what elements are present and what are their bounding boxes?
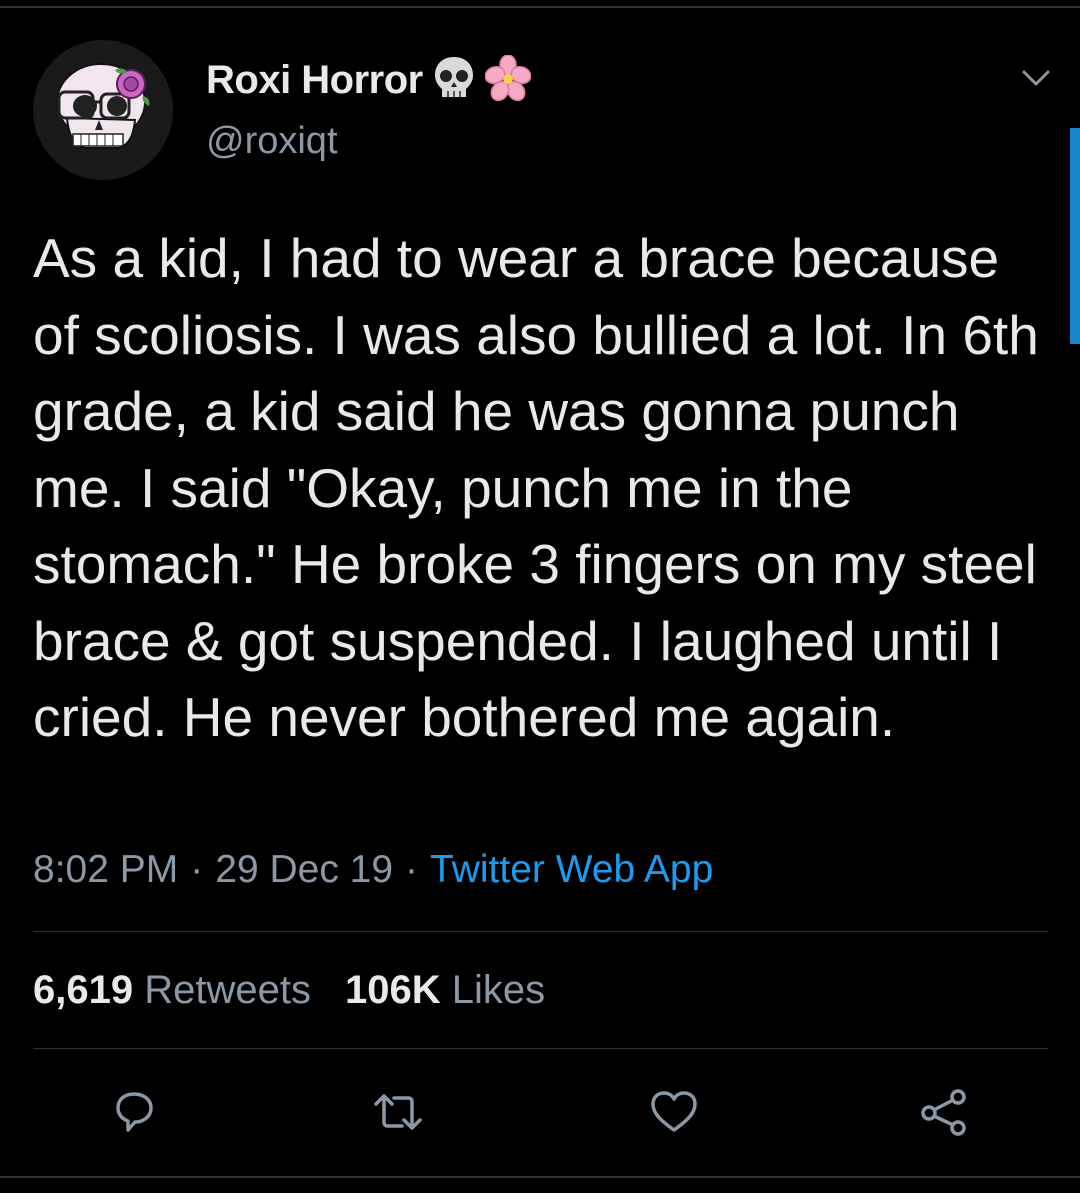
stats-divider (33, 1048, 1048, 1049)
tweet-actions (0, 1086, 1080, 1142)
retweet-button[interactable] (370, 1086, 426, 1142)
likes-label: Likes (451, 968, 546, 1012)
skull-icon (433, 55, 475, 106)
share-icon (918, 1086, 970, 1143)
retweets-count: 6,619 (33, 968, 134, 1012)
avatar[interactable] (33, 40, 173, 180)
tweet-time[interactable]: 8:02 PM (33, 848, 178, 891)
reply-icon (108, 1086, 160, 1143)
author-handle[interactable]: @roxiqt (206, 120, 338, 163)
meta-separator: · (190, 848, 204, 891)
tweet-text: As a kid, I had to wear a brace because … (33, 227, 1039, 748)
like-button[interactable] (646, 1086, 702, 1142)
bottom-divider (0, 1176, 1080, 1178)
author-display-name[interactable]: Roxi Horror (206, 58, 423, 103)
retweets-label: Retweets (144, 968, 311, 1012)
scroll-indicator (1070, 128, 1080, 344)
skull-avatar-image (33, 40, 173, 180)
tweet-source-link[interactable]: Twitter Web App (430, 848, 713, 891)
likes-count: 106K (344, 968, 441, 1012)
retweet-icon (370, 1086, 426, 1143)
like-icon (648, 1086, 700, 1143)
meta-divider (33, 931, 1048, 932)
author-name-row: Roxi Horror (206, 52, 532, 108)
tweet-stats: 6,619 Retweets 106K Likes (33, 968, 545, 1013)
likes-stat[interactable]: 106K Likes (345, 968, 545, 1012)
chevron-down-icon[interactable] (1018, 64, 1054, 92)
top-divider (0, 6, 1080, 8)
cherry-blossom-icon (484, 53, 532, 106)
retweets-stat[interactable]: 6,619 Retweets (33, 968, 311, 1012)
share-button[interactable] (916, 1086, 972, 1142)
meta-separator: · (405, 848, 419, 891)
tweet-date[interactable]: 29 Dec 19 (215, 848, 393, 891)
tweet-meta: 8:02 PM · 29 Dec 19 · Twitter Web App (33, 848, 713, 892)
reply-button[interactable] (106, 1086, 162, 1142)
